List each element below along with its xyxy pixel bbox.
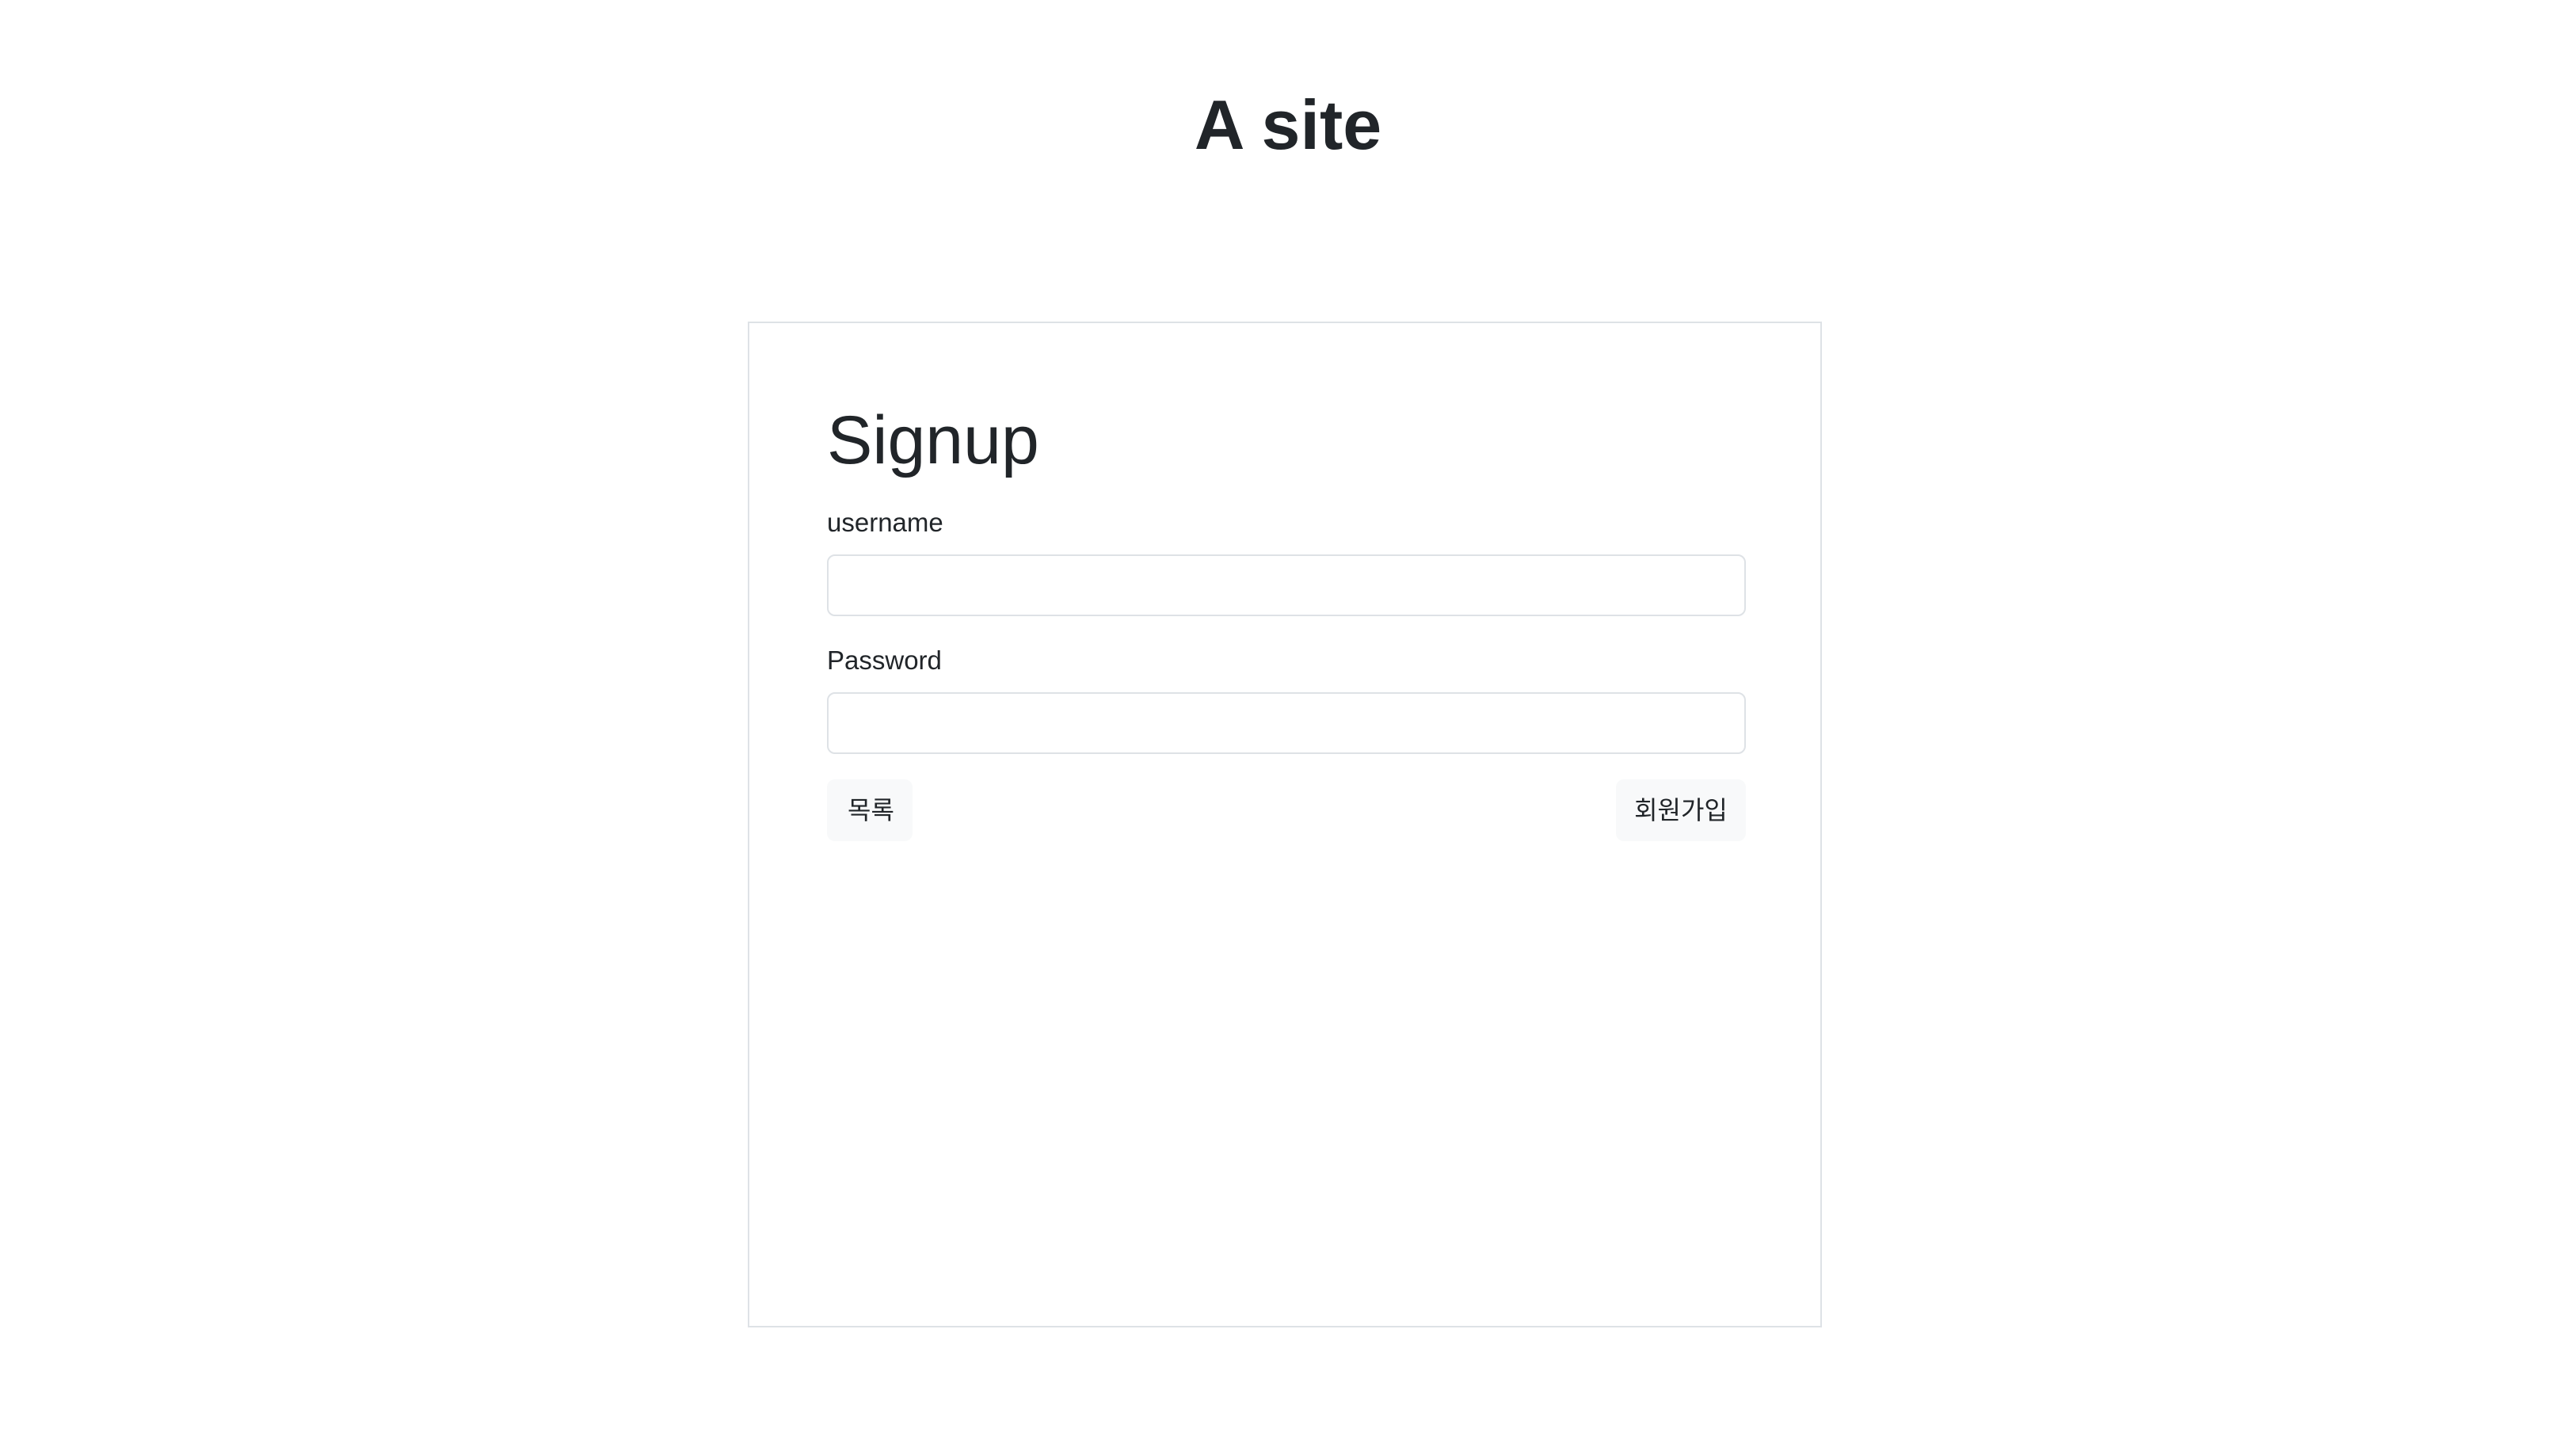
site-title: A site xyxy=(1194,86,1382,164)
username-input[interactable] xyxy=(827,554,1746,616)
signup-card: Signup username Password 목록 회원가입 xyxy=(748,322,1822,1327)
username-label: username xyxy=(827,508,943,537)
form-title: Signup xyxy=(827,402,1039,478)
password-input[interactable] xyxy=(827,692,1746,754)
signup-button[interactable]: 회원가입 xyxy=(1616,779,1746,841)
list-button[interactable]: 목록 xyxy=(827,779,913,841)
password-label: Password xyxy=(827,646,942,675)
